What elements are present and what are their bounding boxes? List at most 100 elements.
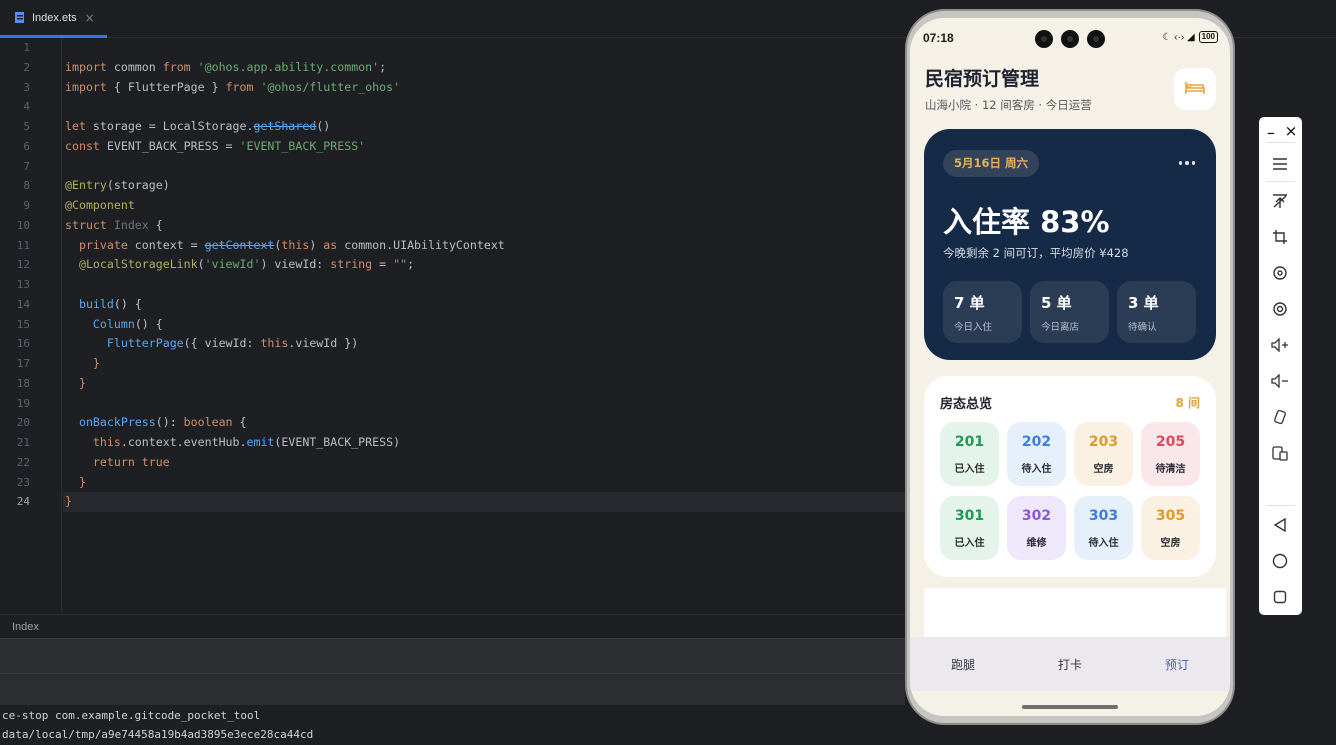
console-line: ce-stop com.example.gitcode_pocket_tool bbox=[2, 709, 261, 722]
line-number: 23 bbox=[16, 475, 30, 489]
stat-checkin[interactable]: 7 单 今日入住 bbox=[943, 281, 1022, 343]
code-line: } bbox=[65, 494, 72, 509]
tab-label: Index.ets bbox=[32, 11, 77, 24]
camera-icon bbox=[1087, 30, 1105, 48]
code-editor[interactable]: import common from '@ohos.app.ability.co… bbox=[63, 38, 905, 614]
line-number: 7 bbox=[23, 159, 30, 173]
page-title: 民宿预订管理 bbox=[925, 68, 1040, 90]
room-status: 空房 bbox=[1093, 464, 1114, 475]
volume-up-icon[interactable] bbox=[1270, 335, 1290, 355]
code-line: this.context.eventHub.emit(EVENT_BACK_PR… bbox=[65, 435, 401, 449]
stat-value: 7 单 bbox=[954, 294, 985, 312]
stat-label: 待确认 bbox=[1128, 322, 1157, 333]
home-icon[interactable] bbox=[1270, 551, 1290, 571]
pin-top-icon[interactable] bbox=[1270, 191, 1290, 211]
stat-label: 今日入住 bbox=[954, 322, 993, 333]
room-tile[interactable]: 305 空房 bbox=[1141, 496, 1200, 560]
tab-index-ets[interactable]: Index.ets × bbox=[0, 0, 107, 38]
shake-icon[interactable] bbox=[1270, 407, 1290, 427]
line-number: 8 bbox=[23, 179, 30, 193]
code-line: onBackPress(): boolean { bbox=[65, 415, 247, 430]
camera-icon bbox=[1061, 30, 1079, 48]
status-icons: ☾ ‹·› ◢ 100 bbox=[1162, 31, 1218, 43]
line-number-gutter: 1 2 3 4 5 6 7 8 9 10 11 12 13 14 15 16 17 18 19 20 21 22 23 24 bbox=[0, 38, 62, 614]
room-tile[interactable]: 203 空房 bbox=[1074, 422, 1133, 486]
code-line: } bbox=[65, 474, 86, 489]
room-status: 空房 bbox=[1160, 538, 1181, 549]
code-line: } bbox=[65, 375, 86, 390]
emulator-toolbar: – × bbox=[1259, 117, 1302, 615]
line-number: 6 bbox=[23, 139, 30, 153]
nav-item-checkin[interactable]: 打卡 bbox=[1058, 656, 1082, 673]
stat-pending[interactable]: 3 单 待确认 bbox=[1117, 281, 1196, 343]
line-number: 17 bbox=[16, 357, 30, 370]
code-line: import { FlutterPage } from '@ohos/flutt… bbox=[65, 79, 401, 94]
line-number: 4 bbox=[23, 100, 30, 114]
room-number: 205 bbox=[1155, 434, 1186, 450]
crop-icon[interactable] bbox=[1270, 227, 1290, 247]
room-number: 301 bbox=[954, 508, 985, 524]
room-number: 202 bbox=[1021, 434, 1052, 450]
nav-item-errand[interactable]: 跑腿 bbox=[951, 656, 975, 673]
line-number: 14 bbox=[16, 297, 30, 311]
divider bbox=[1266, 142, 1295, 143]
line-number: 12 bbox=[16, 258, 30, 272]
menu-icon[interactable] bbox=[1270, 154, 1290, 174]
room-tile[interactable]: 205 待清洁 bbox=[1141, 422, 1200, 486]
code-line: FlutterPage({ viewId: this.viewId }) bbox=[65, 336, 359, 351]
divider bbox=[1266, 505, 1295, 506]
room-tile[interactable]: 201 已入住 bbox=[940, 422, 999, 486]
line-number: 20 bbox=[16, 416, 30, 430]
code-line: const EVENT_BACK_PRESS = 'EVENT_BACK_PRE… bbox=[65, 138, 366, 153]
line-number: 16 bbox=[16, 337, 30, 351]
date-badge[interactable]: 5月16日 周六 bbox=[943, 150, 1040, 177]
line-number: 9 bbox=[23, 199, 30, 212]
line-number: 24 bbox=[16, 495, 30, 509]
room-status: 待清洁 bbox=[1155, 464, 1186, 475]
camera-icon bbox=[1035, 30, 1053, 48]
room-tile[interactable]: 302 维修 bbox=[1007, 496, 1066, 560]
bed-button[interactable] bbox=[1174, 68, 1216, 110]
line-number: 1 bbox=[23, 41, 30, 54]
file-icon bbox=[14, 11, 26, 24]
screen-switch-icon[interactable] bbox=[1270, 443, 1290, 463]
room-number: 203 bbox=[1088, 434, 1119, 450]
status-indicator-icons: ☾ ‹·› ◢ bbox=[1162, 31, 1195, 43]
volume-down-icon[interactable] bbox=[1270, 371, 1290, 391]
tool-panel bbox=[0, 638, 905, 705]
status-time: 07:18 bbox=[923, 31, 954, 45]
line-number: 15 bbox=[16, 317, 30, 331]
room-tile[interactable]: 301 已入住 bbox=[940, 496, 999, 560]
occupancy-rate: 入住率 83% bbox=[943, 205, 1110, 239]
rotate-icon[interactable] bbox=[1270, 263, 1290, 283]
code-line: @Entry(storage) bbox=[65, 178, 170, 193]
back-icon[interactable] bbox=[1270, 515, 1290, 535]
recent-apps-icon[interactable] bbox=[1270, 587, 1290, 607]
room-tile[interactable]: 303 待入住 bbox=[1074, 496, 1133, 560]
at-icon[interactable] bbox=[1270, 299, 1290, 319]
code-line: } bbox=[65, 356, 100, 370]
nav-item-booking[interactable]: 预订 bbox=[1165, 656, 1189, 673]
phone-screen: 07:18 ☾ ‹·› ◢ 100 民宿预订管理 山海小院 · 12 间客房 ·… bbox=[910, 18, 1230, 716]
code-line: return true bbox=[65, 454, 170, 469]
room-count: 8 间 bbox=[1175, 396, 1200, 410]
close-icon[interactable]: × bbox=[85, 11, 95, 25]
minimize-button[interactable]: – bbox=[1261, 122, 1281, 142]
line-number: 5 bbox=[23, 120, 30, 133]
close-button[interactable]: × bbox=[1281, 121, 1301, 141]
code-line: let storage = LocalStorage.getShared() bbox=[65, 119, 331, 133]
line-number: 21 bbox=[16, 436, 30, 449]
room-number: 303 bbox=[1088, 508, 1119, 524]
more-icon[interactable] bbox=[1178, 154, 1196, 172]
room-tile[interactable]: 202 待入住 bbox=[1007, 422, 1066, 486]
code-line: @Component bbox=[65, 198, 135, 212]
code-line: Column() { bbox=[65, 316, 163, 331]
code-line: struct Index { bbox=[65, 217, 163, 232]
stat-checkout[interactable]: 5 单 今日离店 bbox=[1030, 281, 1109, 343]
room-status: 已入住 bbox=[954, 464, 985, 475]
breadcrumb[interactable]: Index bbox=[0, 614, 905, 638]
line-number: 19 bbox=[16, 396, 30, 410]
bed-icon bbox=[1185, 80, 1205, 99]
stat-value: 3 单 bbox=[1128, 294, 1159, 312]
home-indicator[interactable] bbox=[1022, 705, 1118, 709]
